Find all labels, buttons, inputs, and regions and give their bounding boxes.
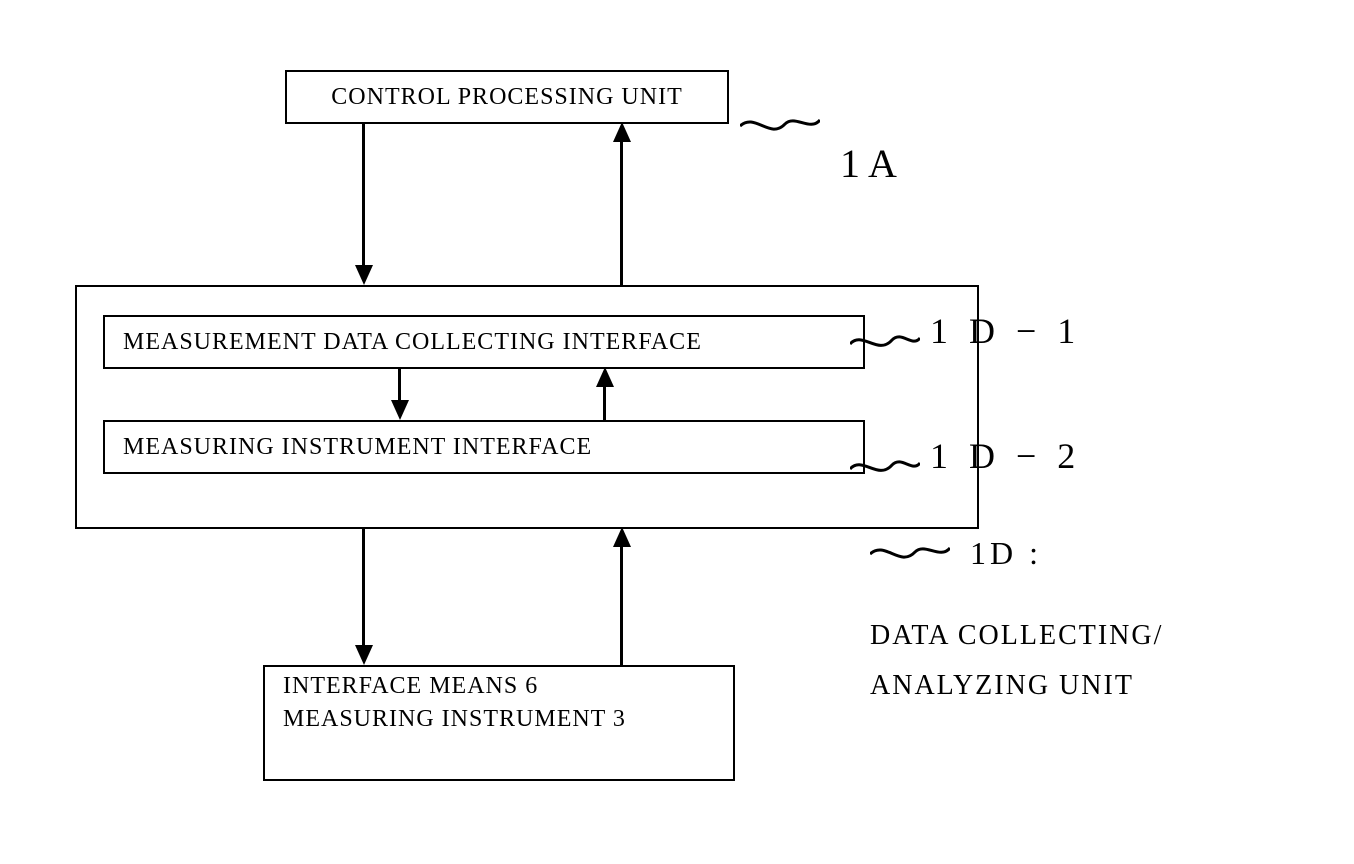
arrow-bottom-to-mid-up-line (620, 545, 623, 665)
arrow-inner-up-head (596, 367, 614, 387)
arrow-mid-to-bottom-down-head (355, 645, 373, 665)
block-interface-means-line2: MEASURING INSTRUMENT 3 (283, 706, 626, 733)
label-1a: 1A (840, 140, 905, 187)
arrow-mid-to-top-up-head (613, 122, 631, 142)
arrow-inner-down-line (398, 367, 401, 402)
tilde-1d-1 (850, 330, 920, 350)
block-measuring-instrument-interface: MEASURING INSTRUMENT INTERFACE (103, 420, 865, 474)
tilde-1a (740, 112, 820, 132)
label-1d-1: 1 D − 1 (930, 310, 1081, 352)
tilde-1d (870, 540, 950, 560)
arrow-mid-to-top-up-line (620, 140, 623, 285)
block-control-processing-unit-text: CONTROL PROCESSING UNIT (331, 84, 682, 111)
label-1d-2: 1 D − 2 (930, 435, 1081, 477)
label-1d-line1: DATA COLLECTING/ (870, 620, 1163, 652)
block-control-processing-unit: CONTROL PROCESSING UNIT (285, 70, 729, 124)
block-measurement-data-collecting-interface-text: MEASUREMENT DATA COLLECTING INTERFACE (123, 329, 702, 356)
arrow-inner-up-line (603, 385, 606, 420)
block-interface-means-line1: INTERFACE MEANS 6 (283, 673, 538, 700)
arrow-top-to-mid-down-head (355, 265, 373, 285)
block-measurement-data-collecting-interface: MEASUREMENT DATA COLLECTING INTERFACE (103, 315, 865, 369)
block-interface-means: INTERFACE MEANS 6 MEASURING INSTRUMENT 3 (263, 665, 735, 781)
tilde-1d-2 (850, 455, 920, 475)
label-1d-line2: ANALYZING UNIT (870, 670, 1134, 702)
arrow-top-to-mid-down-line (362, 122, 365, 267)
label-1d-prefix: 1D : (970, 535, 1042, 572)
arrow-inner-down-head (391, 400, 409, 420)
block-measuring-instrument-interface-text: MEASURING INSTRUMENT INTERFACE (123, 434, 592, 461)
arrow-mid-to-bottom-down-line (362, 527, 365, 647)
arrow-bottom-to-mid-up-head (613, 527, 631, 547)
